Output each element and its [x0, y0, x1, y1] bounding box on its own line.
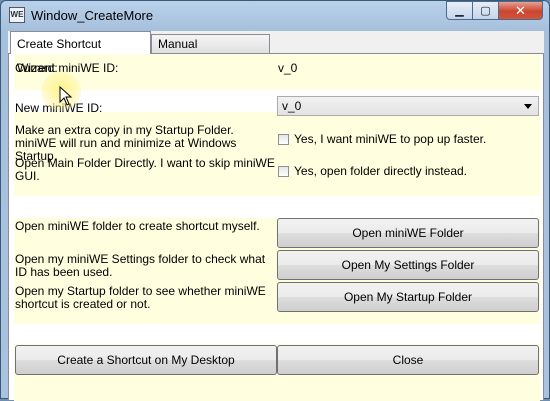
close-window-button[interactable]: ✕	[499, 1, 543, 20]
new-id-combobox[interactable]: v_0	[277, 96, 539, 116]
band-divider	[14, 196, 540, 218]
open-settings-folder-button[interactable]: Open My Settings Folder	[277, 250, 539, 280]
startup-folder-label: Open my Startup folder to see whether mi…	[15, 284, 266, 311]
title-bar[interactable]: WE Window_CreateMore ▁ ▢ ✕	[1, 1, 549, 31]
tab-create-shortcut-wizard[interactable]: Create Shortcut Wizard:	[10, 31, 151, 75]
chevron-down-icon	[524, 104, 532, 109]
open-folder-label: Open miniWE folder to create shortcut my…	[15, 219, 260, 233]
current-id-value: v_0	[278, 61, 298, 75]
settings-folder-label: Open my miniWE Settings folder to check …	[15, 252, 266, 279]
startup-copy-checkbox-label[interactable]: Yes, I want miniWE to pop up faster.	[294, 132, 486, 146]
form-grid: Current miniWE ID: v_0 New miniWE ID: v_…	[14, 54, 540, 401]
maximize-icon: ▢	[480, 5, 491, 17]
minimize-icon: ▁	[455, 5, 464, 17]
maximize-button[interactable]: ▢	[473, 1, 499, 20]
open-main-label: Open Main Folder Directly. I want to ski…	[15, 156, 275, 183]
open-main-checkbox[interactable]	[278, 165, 289, 177]
window-title: Window_CreateMore	[31, 8, 154, 23]
startup-copy-checkbox[interactable]	[278, 133, 289, 145]
mouse-pointer-icon	[59, 86, 73, 106]
app-icon: WE	[9, 7, 25, 23]
client-area: Create Shortcut Wizard: Manual Instructi…	[8, 31, 544, 401]
tab-manual-instructions[interactable]: Manual Instructions:	[151, 34, 270, 70]
close-button[interactable]: Close	[277, 345, 539, 375]
caption-buttons: ▁ ▢ ✕	[446, 1, 543, 21]
create-shortcut-button[interactable]: Create a Shortcut on My Desktop	[15, 345, 277, 375]
close-icon: ✕	[515, 2, 526, 18]
tab-strip: Create Shortcut Wizard: Manual Instructi…	[8, 31, 544, 75]
startup-copy-checkbox-row[interactable]: Yes, I want miniWE to pop up faster.	[278, 132, 486, 146]
tab-panel: Current miniWE ID: v_0 New miniWE ID: v_…	[8, 53, 544, 401]
open-startup-folder-button[interactable]: Open My Startup Folder	[277, 282, 539, 312]
open-main-checkbox-row[interactable]: Yes, open folder directly instead.	[278, 164, 467, 178]
app-window: WE Window_CreateMore ▁ ▢ ✕ Create Shortc…	[0, 0, 550, 401]
minimize-button[interactable]: ▁	[446, 1, 473, 20]
open-miniwe-folder-button[interactable]: Open miniWE Folder	[277, 218, 539, 248]
band-divider	[14, 324, 540, 344]
open-main-checkbox-label[interactable]: Yes, open folder directly instead.	[294, 164, 467, 178]
new-id-selected-value: v_0	[282, 99, 302, 113]
